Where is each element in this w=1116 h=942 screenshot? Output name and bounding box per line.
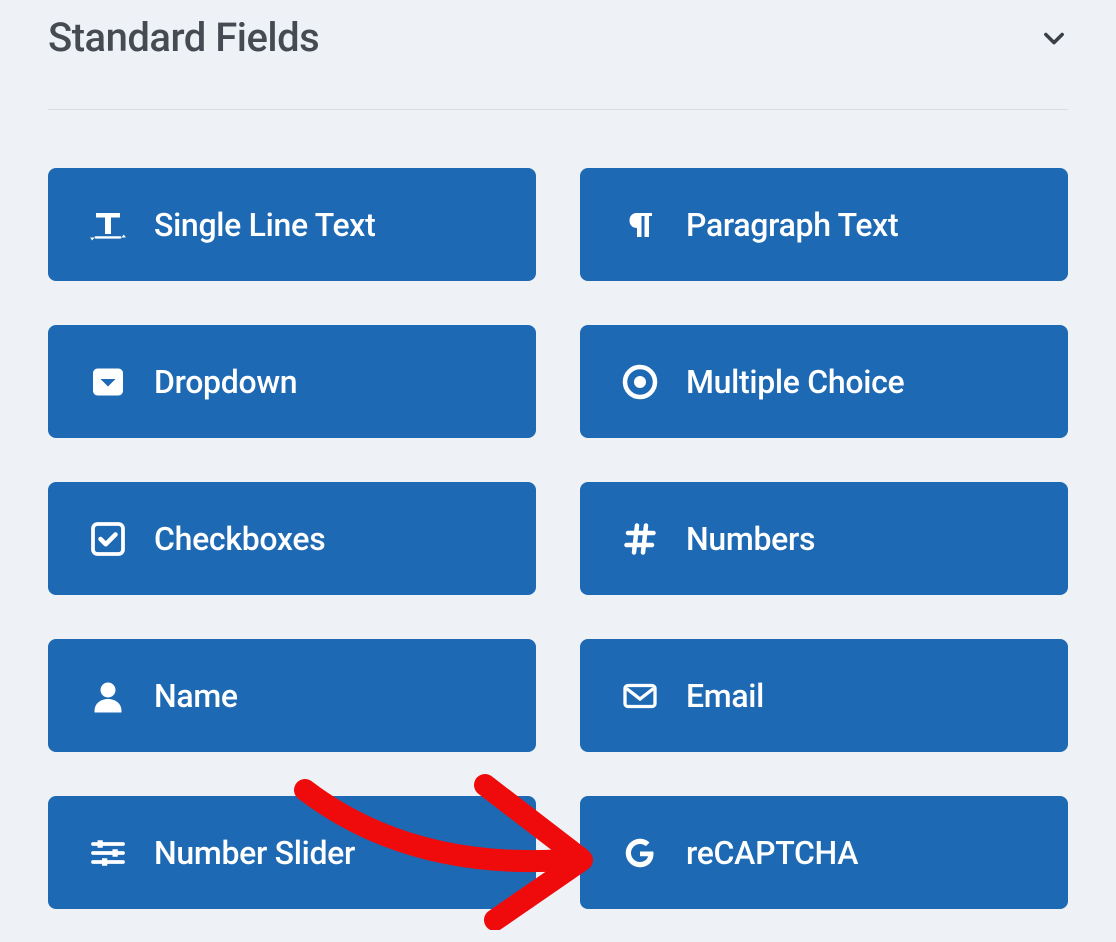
field-recaptcha[interactable]: reCAPTCHA — [580, 796, 1068, 909]
field-number-slider[interactable]: Number Slider — [48, 796, 536, 909]
dropdown-icon — [90, 364, 126, 400]
field-label: Dropdown — [154, 363, 297, 401]
section-title: Standard Fields — [48, 14, 319, 61]
field-label: Paragraph Text — [686, 206, 898, 244]
field-label: Numbers — [686, 520, 815, 558]
google-g-icon — [622, 835, 658, 871]
field-email[interactable]: Email — [580, 639, 1068, 752]
field-label: Email — [686, 677, 764, 715]
radio-icon — [622, 364, 658, 400]
field-label: Checkboxes — [154, 520, 325, 558]
field-single-line-text[interactable]: Single Line Text — [48, 168, 536, 281]
sliders-icon — [90, 835, 126, 871]
text-cursor-icon — [90, 207, 126, 243]
field-paragraph-text[interactable]: Paragraph Text — [580, 168, 1068, 281]
field-dropdown[interactable]: Dropdown — [48, 325, 536, 438]
field-label: Name — [154, 677, 238, 715]
field-label: Single Line Text — [154, 206, 375, 244]
standard-fields-panel: Standard Fields Single Line Text Paragra… — [0, 0, 1116, 909]
paragraph-icon — [622, 207, 658, 243]
section-header[interactable]: Standard Fields — [48, 14, 1068, 110]
envelope-icon — [622, 678, 658, 714]
field-name[interactable]: Name — [48, 639, 536, 752]
field-grid: Single Line Text Paragraph Text Dropdown… — [48, 168, 1068, 909]
field-label: reCAPTCHA — [686, 834, 858, 872]
checkbox-icon — [90, 521, 126, 557]
field-checkboxes[interactable]: Checkboxes — [48, 482, 536, 595]
field-label: Multiple Choice — [686, 363, 904, 401]
chevron-down-icon — [1040, 24, 1068, 52]
field-numbers[interactable]: Numbers — [580, 482, 1068, 595]
user-icon — [90, 678, 126, 714]
hash-icon — [622, 521, 658, 557]
field-multiple-choice[interactable]: Multiple Choice — [580, 325, 1068, 438]
field-label: Number Slider — [154, 834, 355, 872]
